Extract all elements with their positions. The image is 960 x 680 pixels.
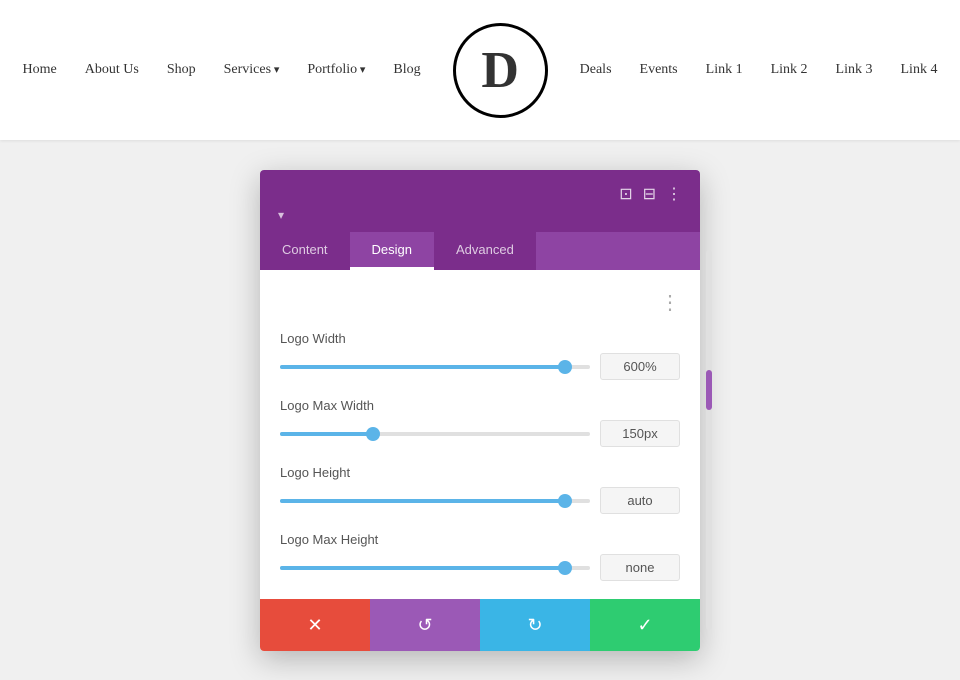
tab-design[interactable]: Design — [350, 232, 434, 270]
nav-link-link-2[interactable]: Link 2 — [757, 62, 822, 78]
site-logo: D — [453, 23, 548, 118]
setting-row-0: Logo Width 600% — [280, 331, 680, 380]
nav-link-shop[interactable]: Shop — [153, 62, 210, 78]
setting-label-3: Logo Max Height — [280, 532, 680, 547]
scrollbar-track[interactable] — [706, 250, 712, 630]
slider-value-3[interactable]: none — [600, 554, 680, 581]
slider-row-2: auto — [280, 487, 680, 514]
slider-track-3[interactable] — [280, 566, 590, 570]
section-header: ⋮ — [280, 290, 680, 315]
modal-footer: ✕↺↻✓ — [260, 599, 700, 651]
nav-link-link-3[interactable]: Link 3 — [822, 62, 887, 78]
settings-list: Logo Width 600% Logo Max Width 150px Logo He… — [280, 331, 680, 581]
slider-fill-0 — [280, 365, 565, 369]
nav-link-services[interactable]: Services — [210, 62, 294, 78]
slider-row-0: 600% — [280, 353, 680, 380]
save-button[interactable]: ✓ — [590, 599, 700, 651]
section-more-icon[interactable]: ⋮ — [660, 290, 680, 315]
modal-tabs: ContentDesignAdvanced — [260, 232, 700, 270]
setting-row-3: Logo Max Height none — [280, 532, 680, 581]
more-icon[interactable]: ⋮ — [666, 184, 682, 204]
nav-link-portfolio[interactable]: Portfolio — [293, 62, 379, 78]
navigation-bar: HomeAbout UsShopServicesPortfolioBlog D … — [0, 0, 960, 140]
nav-link-events[interactable]: Events — [626, 62, 692, 78]
setting-label-0: Logo Width — [280, 331, 680, 346]
modal-title-row: ⊡ ⊟ ⋮ — [278, 184, 682, 204]
nav-link-blog[interactable]: Blog — [379, 62, 434, 78]
slider-thumb-1[interactable] — [366, 427, 380, 441]
tab-advanced[interactable]: Advanced — [434, 232, 536, 270]
modal-preset: ▾ — [278, 204, 682, 232]
slider-fill-3 — [280, 566, 565, 570]
slider-thumb-2[interactable] — [558, 494, 572, 508]
slider-track-0[interactable] — [280, 365, 590, 369]
setting-label-1: Logo Max Width — [280, 398, 680, 413]
slider-value-1[interactable]: 150px — [600, 420, 680, 447]
nav-link-link-4[interactable]: Link 4 — [887, 62, 952, 78]
nav-link-link-1[interactable]: Link 1 — [692, 62, 757, 78]
slider-thumb-0[interactable] — [558, 360, 572, 374]
setting-row-2: Logo Height auto — [280, 465, 680, 514]
slider-fill-1 — [280, 432, 373, 436]
modal-wrapper: ⊡ ⊟ ⋮ ▾ ContentDesignAdvanced ⋮ Logo Wid… — [260, 170, 700, 680]
expand-icon[interactable]: ⊡ — [619, 184, 632, 204]
slider-value-0[interactable]: 600% — [600, 353, 680, 380]
slider-fill-2 — [280, 499, 565, 503]
tab-content[interactable]: Content — [260, 232, 350, 270]
nav-link-home[interactable]: Home — [9, 62, 71, 78]
page-content: ⊡ ⊟ ⋮ ▾ ContentDesignAdvanced ⋮ Logo Wid… — [0, 140, 960, 680]
slider-row-3: none — [280, 554, 680, 581]
modal-header-icons: ⊡ ⊟ ⋮ — [619, 184, 682, 204]
reset-button[interactable]: ↺ — [370, 599, 480, 651]
redo-button[interactable]: ↻ — [480, 599, 590, 651]
nav-links: HomeAbout UsShopServicesPortfolioBlog D … — [20, 23, 940, 118]
setting-label-2: Logo Height — [280, 465, 680, 480]
scrollbar-thumb[interactable] — [706, 370, 712, 410]
setting-row-1: Logo Max Width 150px — [280, 398, 680, 447]
modal-body: ⋮ Logo Width600%Logo Max Width150pxLogo … — [260, 270, 700, 581]
slider-value-2[interactable]: auto — [600, 487, 680, 514]
slider-track-1[interactable] — [280, 432, 590, 436]
slider-track-2[interactable] — [280, 499, 590, 503]
nav-link-about-us[interactable]: About Us — [71, 62, 153, 78]
slider-row-1: 150px — [280, 420, 680, 447]
cancel-button[interactable]: ✕ — [260, 599, 370, 651]
modal-header: ⊡ ⊟ ⋮ ▾ — [260, 170, 700, 232]
slider-thumb-3[interactable] — [558, 561, 572, 575]
settings-modal: ⊡ ⊟ ⋮ ▾ ContentDesignAdvanced ⋮ Logo Wid… — [260, 170, 700, 651]
nav-link-deals[interactable]: Deals — [566, 62, 626, 78]
split-icon[interactable]: ⊟ — [643, 184, 656, 204]
